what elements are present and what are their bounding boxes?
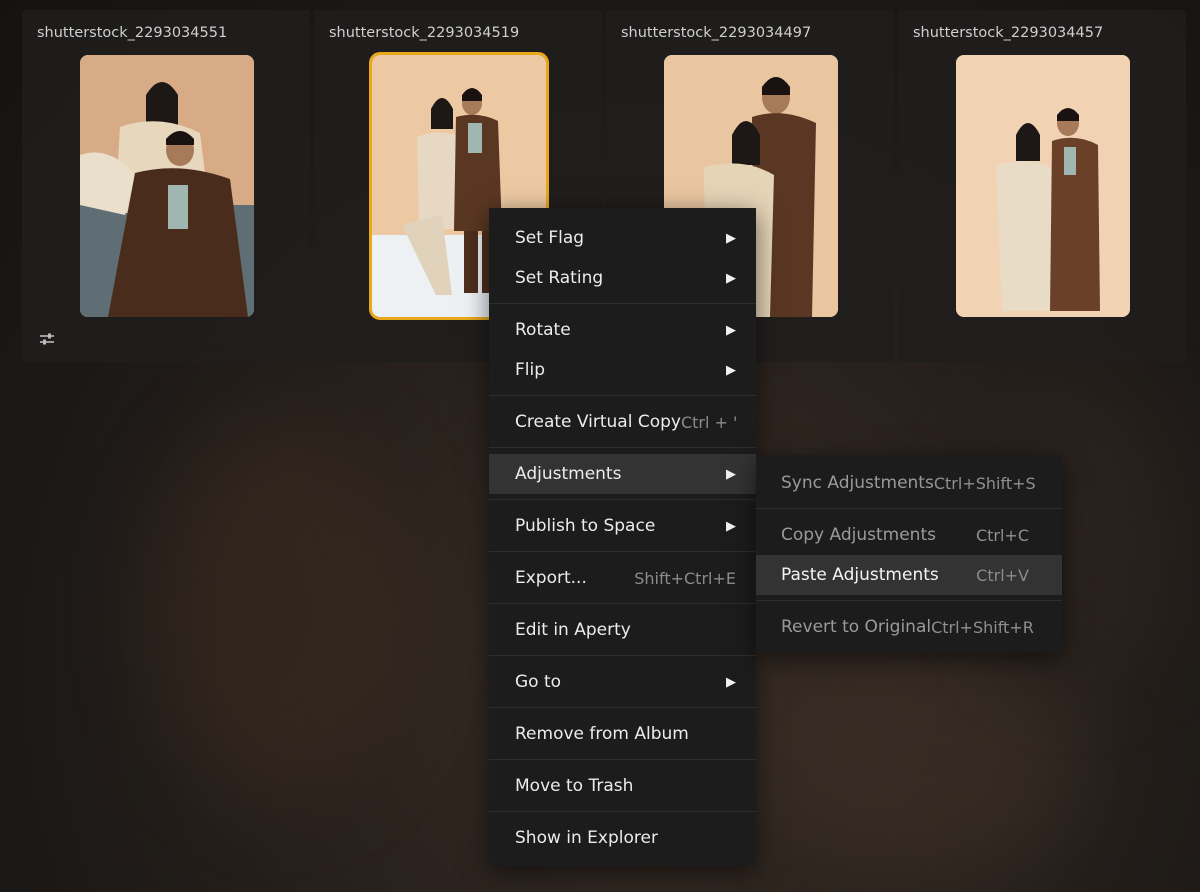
submenu-item-sync-adjustments[interactable]: Sync Adjustments Ctrl+Shift+S [756,463,1062,503]
thumbnail-image[interactable] [956,55,1130,317]
menu-item-label: Export... [515,568,587,588]
menu-item-shortcut: Ctrl+C [975,525,1029,545]
menu-separator [489,603,756,604]
menu-item-label: Rotate [515,320,571,340]
thumbnail-image[interactable] [80,55,254,317]
thumbnail-title: shutterstock_2293034497 [621,25,812,41]
thumbnail-title: shutterstock_2293034551 [37,25,228,41]
chevron-right-icon: ▶ [726,466,736,482]
menu-item-edit-in-aperty[interactable]: Edit in Aperty [489,610,756,650]
menu-separator [489,759,756,760]
adjustments-submenu: Sync Adjustments Ctrl+Shift+S Copy Adjus… [756,455,1062,653]
menu-item-label: Set Flag [515,228,585,248]
menu-item-set-flag[interactable]: Set Flag ▶ [489,218,756,258]
menu-item-label: Remove from Album [515,724,689,744]
menu-item-shortcut: Ctrl + ' [680,412,738,432]
menu-item-shortcut: Ctrl+Shift+R [931,617,1034,637]
menu-item-rotate[interactable]: Rotate ▶ [489,310,756,350]
menu-item-adjustments[interactable]: Adjustments ▶ [489,454,756,494]
menu-item-label: Go to [515,672,562,692]
menu-item-remove-from-album[interactable]: Remove from Album [489,714,756,754]
menu-item-label: Paste Adjustments [781,565,939,585]
menu-separator [489,551,756,552]
menu-item-publish-to-space[interactable]: Publish to Space ▶ [489,506,756,546]
menu-item-label: Copy Adjustments [781,525,936,545]
thumbnail-title: shutterstock_2293034519 [329,25,520,41]
chevron-right-icon: ▶ [726,674,736,690]
menu-separator [489,499,756,500]
submenu-item-revert-to-original[interactable]: Revert to Original Ctrl+Shift+R [756,607,1062,647]
menu-item-go-to[interactable]: Go to ▶ [489,662,756,702]
adjustments-icon [40,333,54,345]
menu-item-label: Show in Explorer [515,828,658,848]
chevron-right-icon: ▶ [726,322,736,338]
menu-item-label: Set Rating [515,268,604,288]
menu-separator [489,707,756,708]
menu-separator [756,600,1062,601]
thumbnail-card[interactable]: shutterstock_2293034551 [22,10,310,362]
menu-separator [489,447,756,448]
menu-item-label: Edit in Aperty [515,620,631,640]
menu-item-label: Revert to Original [781,617,932,637]
menu-item-label: Sync Adjustments [781,473,934,493]
menu-item-show-in-explorer[interactable]: Show in Explorer [489,818,756,858]
menu-item-export[interactable]: Export... Shift+Ctrl+E [489,558,756,598]
menu-separator [489,811,756,812]
menu-item-shortcut: Shift+Ctrl+E [634,568,736,588]
menu-item-shortcut: Ctrl+Shift+S [933,473,1036,493]
menu-item-label: Publish to Space [515,516,656,536]
menu-item-flip[interactable]: Flip ▶ [489,350,756,390]
menu-item-label: Move to Trash [515,776,634,796]
menu-item-shortcut: Ctrl+V [976,565,1029,585]
chevron-right-icon: ▶ [726,270,736,286]
menu-separator [756,508,1062,509]
submenu-item-paste-adjustments[interactable]: Paste Adjustments Ctrl+V [756,555,1062,595]
menu-separator [489,395,756,396]
menu-item-label: Adjustments [515,464,622,484]
thumbnail-card[interactable]: shutterstock_2293034457 [898,10,1186,362]
menu-item-label: Create Virtual Copy [515,412,681,432]
menu-item-move-to-trash[interactable]: Move to Trash [489,766,756,806]
chevron-right-icon: ▶ [726,230,736,246]
menu-item-label: Flip [515,360,546,380]
chevron-right-icon: ▶ [726,518,736,534]
submenu-item-copy-adjustments[interactable]: Copy Adjustments Ctrl+C [756,515,1062,555]
context-menu: Set Flag ▶ Set Rating ▶ Rotate ▶ Flip ▶ … [489,208,756,866]
menu-item-set-rating[interactable]: Set Rating ▶ [489,258,756,298]
menu-separator [489,303,756,304]
menu-separator [489,655,756,656]
thumbnail-title: shutterstock_2293034457 [913,25,1104,41]
menu-item-create-virtual-copy[interactable]: Create Virtual Copy Ctrl + ' [489,402,756,442]
chevron-right-icon: ▶ [726,362,736,378]
